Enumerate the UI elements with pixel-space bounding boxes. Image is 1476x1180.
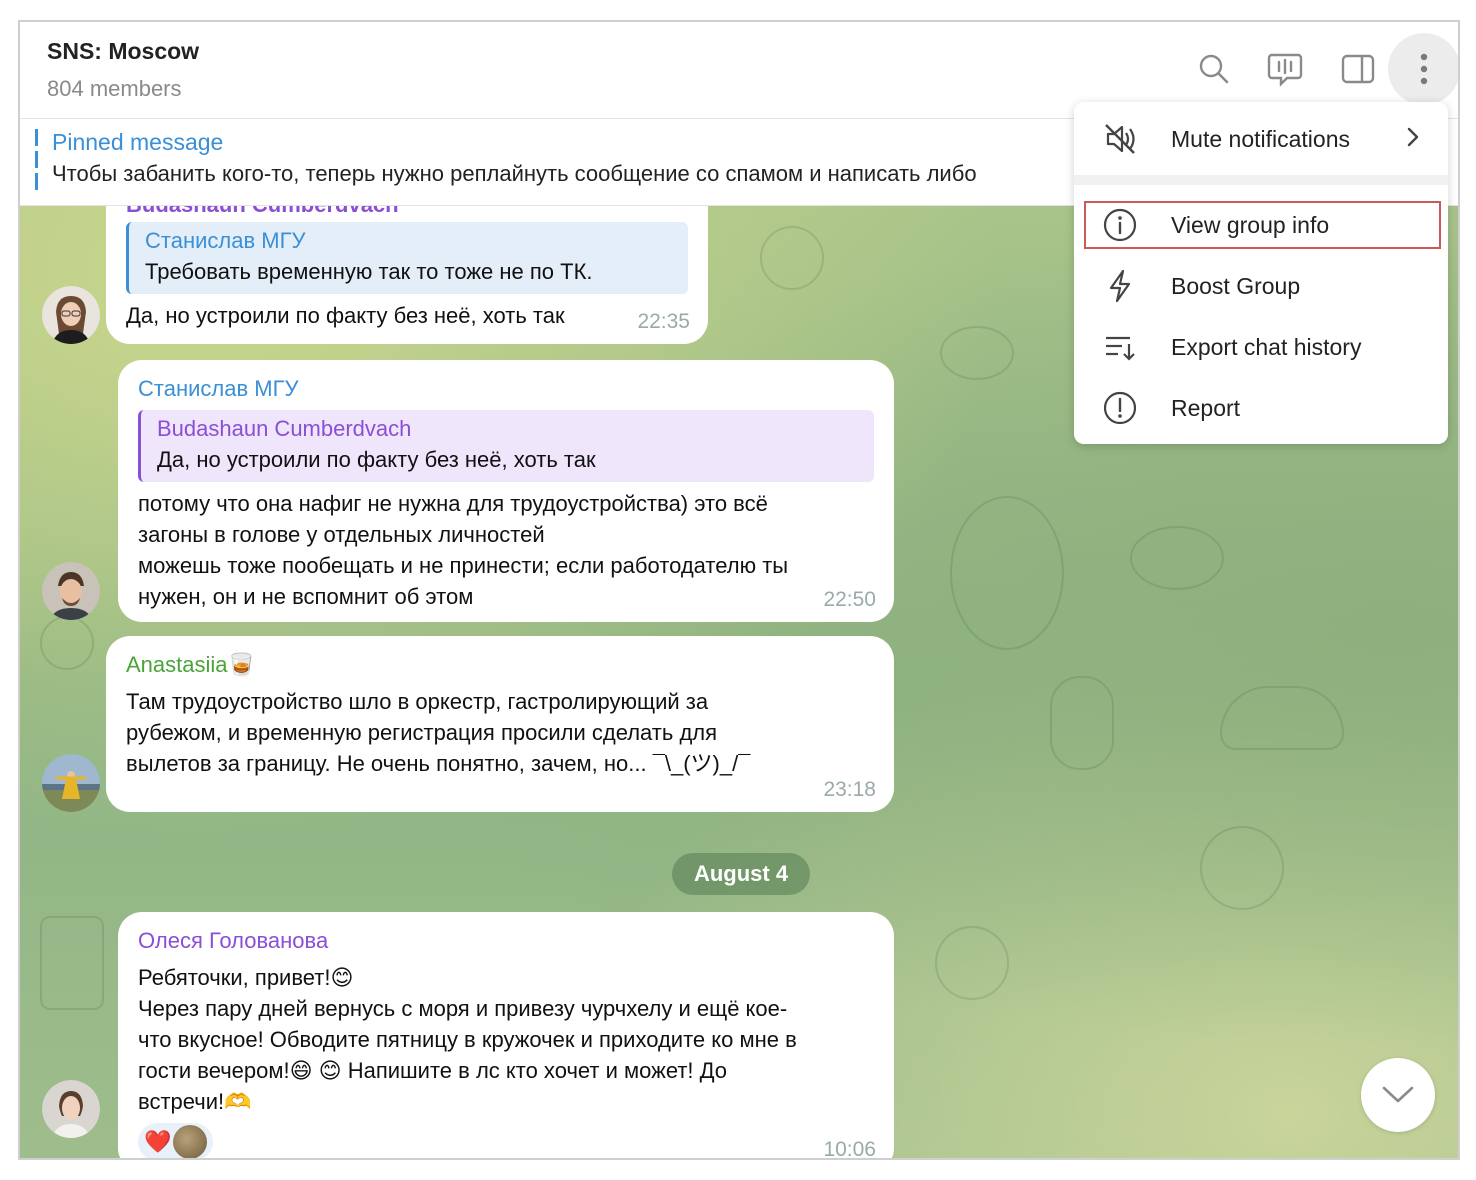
more-vertical-icon	[1420, 53, 1428, 85]
message-sender[interactable]: Станислав МГУ	[138, 376, 874, 402]
reply-preview[interactable]: Станислав МГУ Требовать временную так то…	[126, 222, 688, 294]
more-options-button[interactable]	[1388, 33, 1458, 105]
menu-item-mute-notifications[interactable]: Mute notifications	[1074, 110, 1448, 168]
info-icon	[1102, 207, 1138, 243]
chevron-right-icon	[1406, 126, 1420, 153]
reactor-avatar	[173, 1125, 208, 1158]
search-icon[interactable]	[1194, 49, 1234, 89]
reply-preview[interactable]: Budashaun Cumberdvach Да, но устроили по…	[138, 410, 874, 482]
doodle-flower	[760, 226, 824, 290]
message-sender[interactable]: Олеся Голованова	[138, 928, 874, 954]
scroll-to-bottom-button[interactable]	[1361, 1058, 1435, 1132]
chat-options-menu: Mute notifications View group info Boost…	[1074, 102, 1448, 444]
pinned-label: Pinned message	[52, 129, 224, 155]
chat-title[interactable]: SNS: Moscow	[47, 38, 199, 65]
message-line: нужен, он и не вспомнит об этом	[138, 584, 474, 609]
doodle-cloud	[1130, 526, 1224, 590]
message-line: Через пару дней вернусь с моря и привезу…	[138, 996, 788, 1021]
reactions-row[interactable]: ❤️	[138, 1123, 214, 1158]
message-time: 10:06	[823, 1138, 876, 1160]
doodle-dino	[1050, 676, 1114, 770]
avatar[interactable]	[42, 1080, 100, 1138]
doodle-umbrella	[935, 926, 1009, 1000]
chevron-down-icon	[1382, 1086, 1414, 1103]
doodle-cup	[940, 326, 1014, 380]
menu-item-label: Mute notifications	[1171, 125, 1350, 152]
message-line: можешь тоже пообещать и не принести; есл…	[138, 553, 789, 578]
menu-item-report[interactable]: Report	[1074, 379, 1448, 437]
reply-text: Да, но устроили по факту без неё, хоть т…	[157, 447, 596, 472]
message-bubble[interactable]: Олеся Голованова Ребяточки, привет!😊 Чер…	[118, 912, 894, 1160]
message-line: что вкусное! Обводите пятницу в кружочек…	[138, 1027, 797, 1052]
message-bubble[interactable]: Станислав МГУ Budashaun Cumberdvach Да, …	[118, 360, 894, 622]
message-line: гости вечером!😄 😊 Напишите в лс кто хоче…	[138, 1058, 728, 1083]
avatar[interactable]	[42, 286, 100, 344]
message-line: встречи!🫶	[138, 1089, 252, 1114]
message-line: Там трудоустройство шло в оркестр, гастр…	[126, 689, 709, 714]
message-line: вылетов за границу. Не очень понятно, за…	[126, 751, 751, 776]
doodle-castle	[40, 916, 104, 1010]
voice-chat-icon[interactable]	[1265, 49, 1305, 89]
message-line: рубежом, и временную регистрация просили…	[126, 720, 718, 745]
message-sender[interactable]: Anastasiia🥃	[126, 652, 874, 678]
message-bubble[interactable]: Budashaun Cumberdvach Станислав МГУ Треб…	[106, 206, 708, 344]
heart-reaction[interactable]: ❤️	[144, 1131, 171, 1153]
pinned-indicator	[35, 129, 38, 193]
doodle-balloon	[950, 496, 1064, 650]
sidebar-toggle-icon[interactable]	[1338, 49, 1378, 89]
menu-item-label: Boost Group	[1171, 272, 1301, 299]
menu-item-label: View group info	[1171, 211, 1330, 238]
avatar[interactable]	[42, 754, 100, 812]
doodle-star	[40, 616, 94, 670]
export-icon	[1102, 329, 1138, 365]
message-line: Ребяточки, привет!😊	[138, 965, 354, 990]
menu-item-view-group-info[interactable]: View group info	[1074, 196, 1448, 254]
doodle-donut	[1200, 826, 1284, 910]
reply-sender: Budashaun Cumberdvach	[157, 416, 412, 441]
date-separator: August 4	[672, 853, 810, 895]
menu-item-boost-group[interactable]: Boost Group	[1074, 257, 1448, 315]
message-line: потому что она нафиг не нужна для трудоу…	[138, 491, 768, 516]
menu-item-export-chat-history[interactable]: Export chat history	[1074, 318, 1448, 376]
boost-icon	[1102, 268, 1138, 304]
message-text: Да, но устроили по факту без неё, хоть т…	[126, 303, 565, 328]
pinned-text: Чтобы забанить кого-то, теперь нужно реп…	[52, 161, 977, 186]
menu-item-label: Export chat history	[1171, 333, 1362, 360]
message-sender[interactable]: Budashaun Cumberdvach	[126, 206, 688, 214]
message-time: 22:35	[637, 310, 690, 333]
menu-divider	[1074, 175, 1448, 185]
mute-icon	[1102, 121, 1138, 157]
reply-text: Требовать временную так то тоже не по ТК…	[145, 259, 593, 284]
avatar[interactable]	[42, 562, 100, 620]
chat-window: SNS: Moscow 804 members Pinned message Ч…	[18, 20, 1460, 1160]
doodle-surfboard	[1220, 686, 1344, 750]
message-line: загоны в голове у отдельных личностей	[138, 522, 545, 547]
report-icon	[1102, 390, 1138, 426]
reply-sender: Станислав МГУ	[145, 228, 306, 253]
message-bubble[interactable]: Anastasiia🥃 Там трудоустройство шло в ор…	[106, 636, 894, 812]
message-time: 23:18	[823, 778, 876, 801]
member-count: 804 members	[47, 76, 182, 101]
message-time: 22:50	[823, 588, 876, 611]
menu-item-label: Report	[1171, 394, 1241, 421]
